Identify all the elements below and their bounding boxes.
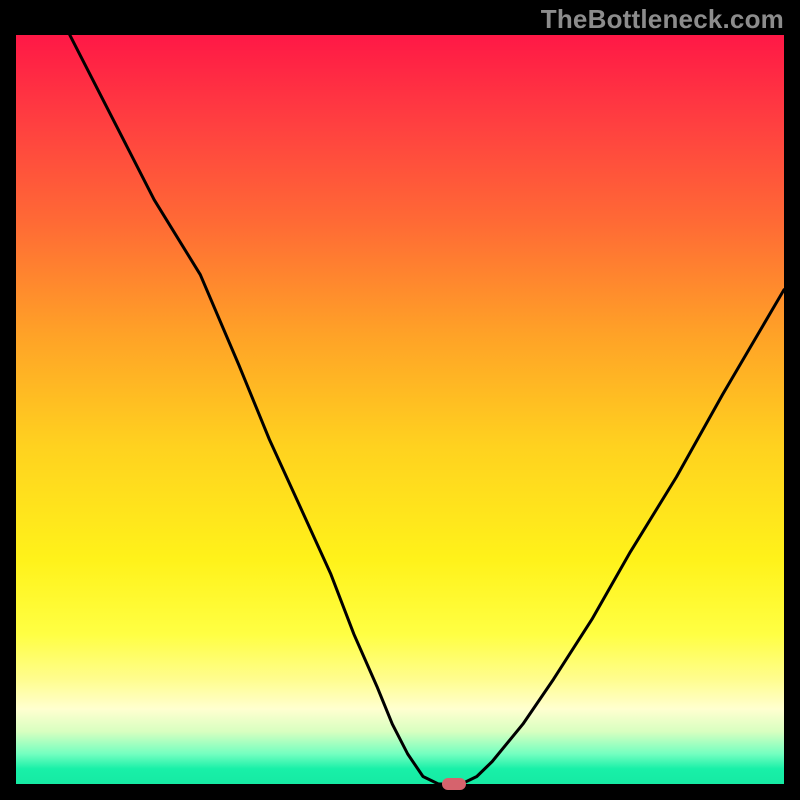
bottleneck-curve: [16, 35, 784, 784]
chart-frame: TheBottleneck.com: [0, 0, 800, 800]
optimal-point-marker: [442, 778, 466, 790]
plot-area: [16, 35, 784, 784]
watermark-text: TheBottleneck.com: [541, 4, 784, 35]
